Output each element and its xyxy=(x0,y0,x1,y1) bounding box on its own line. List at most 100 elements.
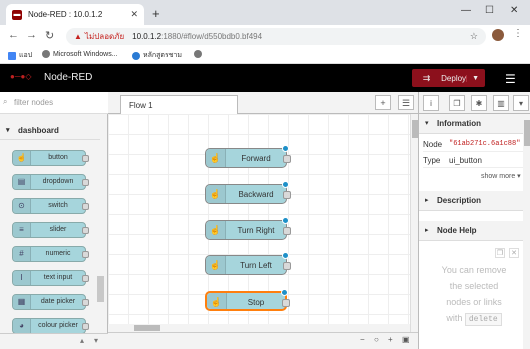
window-close-icon[interactable]: ✕ xyxy=(510,5,518,16)
flow-node-turn-right[interactable]: ☝ Turn Right xyxy=(205,217,291,240)
palette-node-slider[interactable]: ≡ slider xyxy=(12,222,89,238)
list-icon: ▤ xyxy=(13,175,31,189)
flow-node-turn-left[interactable]: ☝ Turn Left xyxy=(205,252,291,275)
output-port xyxy=(82,203,89,210)
changed-indicator xyxy=(282,217,289,224)
close-tip-icon[interactable]: ✕ xyxy=(509,248,519,258)
bookmark-apps[interactable]: แอป xyxy=(8,50,32,61)
output-port xyxy=(82,227,89,234)
scroll-thumb[interactable] xyxy=(134,325,160,331)
tab-debug[interactable]: ✱ xyxy=(471,95,487,111)
tab-dashboard[interactable]: ▥ xyxy=(493,95,509,111)
filter-nodes-input[interactable]: ⌕ filter nodes xyxy=(0,92,108,114)
deploy-icon: ⇉ xyxy=(422,72,431,83)
palette-node-label: dropdown xyxy=(42,178,74,185)
reload-icon[interactable]: ↻ xyxy=(45,29,54,42)
output-port[interactable] xyxy=(283,155,291,163)
add-flow-button[interactable]: + xyxy=(375,95,391,110)
zoom-in-icon[interactable]: + xyxy=(388,335,393,344)
category-label: dashboard xyxy=(18,126,59,135)
hand-pointer-icon: ☝ xyxy=(206,256,226,274)
browser-toolbar: ← → ↻ ▲ ไม่ปลอดภัย 10.0.1.2 :1880/#flow/… xyxy=(0,25,530,47)
output-port xyxy=(82,251,89,258)
nodered-favicon-icon: ▬ xyxy=(12,9,22,20)
bookmark-label: Microsoft Windows... xyxy=(53,50,118,58)
bookmark-label: หลักสูตรชาม xyxy=(143,52,183,59)
flow-node-forward[interactable]: ☝ Forward xyxy=(205,145,291,168)
bookmark-star-icon[interactable]: ☆ xyxy=(470,31,478,42)
workspace-footer: − ○ + ▣ xyxy=(108,332,418,349)
palette-node-colour-picker[interactable]: ◕ colour picker xyxy=(12,318,89,334)
flow-node-backward[interactable]: ☝ Backward xyxy=(205,181,291,204)
navigator-icon[interactable]: ▣ xyxy=(402,335,410,344)
forward-icon[interactable]: → xyxy=(26,29,37,41)
node-palette: ⌕ filter nodes ▾ dashboard ☝ button ▤ dr… xyxy=(0,92,108,349)
search-icon: ⌕ xyxy=(3,97,8,106)
node-help-section-header[interactable]: ▸ Node Help xyxy=(419,221,523,241)
flow-list-button[interactable]: ☰ xyxy=(398,95,414,110)
palette-scrollbar[interactable] xyxy=(97,276,104,302)
tab-info[interactable]: i xyxy=(423,95,439,111)
new-tab-button[interactable]: + xyxy=(152,6,160,21)
palette-node-dropdown[interactable]: ▤ dropdown xyxy=(12,174,89,190)
scroll-thumb[interactable] xyxy=(524,120,530,146)
flow-node-stop[interactable]: ☝ Stop xyxy=(205,289,290,311)
hand-pointer-icon: ☝ xyxy=(206,185,226,203)
numeric-icon: # xyxy=(13,247,31,261)
palette-category-dashboard[interactable]: ▾ dashboard xyxy=(0,122,100,140)
palette-footer: ▴ ▾ xyxy=(0,333,108,349)
browser-tab[interactable]: ▬ Node-RED : 10.0.1.2 ✕ xyxy=(6,4,144,25)
bookmark-microsoft[interactable]: Microsoft Windows... xyxy=(42,50,118,58)
workspace-tabbar: Flow 1 + ☰ xyxy=(108,92,418,114)
sidebar-scrollbar[interactable] xyxy=(523,114,530,349)
description-section-header[interactable]: ▸ Description xyxy=(419,191,523,211)
hand-pointer-icon: ☝ xyxy=(207,293,227,309)
deploy-button[interactable]: ⇉ Deploy ▼ xyxy=(412,69,485,87)
node-id-value[interactable]: "61ab271c.6a1c88" xyxy=(449,140,520,148)
output-port[interactable] xyxy=(283,262,291,270)
browser-menu-icon[interactable]: ⋮ xyxy=(513,28,523,39)
palette-node-button[interactable]: ☝ button xyxy=(12,150,89,166)
bookmarks-bar: แอป Microsoft Windows... หลักสูตรชาม xyxy=(0,47,530,64)
main-menu-icon[interactable]: ☰ xyxy=(505,72,516,86)
collapse-down-icon[interactable]: ▾ xyxy=(94,336,98,345)
collapse-up-icon[interactable]: ▴ xyxy=(80,336,84,345)
copy-icon[interactable]: ❐ xyxy=(495,248,505,258)
zoom-out-icon[interactable]: − xyxy=(360,335,365,344)
minimize-icon[interactable]: — xyxy=(461,5,471,16)
zoom-reset-icon[interactable]: ○ xyxy=(374,335,379,344)
tip-word: with xyxy=(446,313,463,323)
canvas-vertical-scrollbar[interactable] xyxy=(410,114,418,332)
close-tab-icon[interactable]: ✕ xyxy=(130,9,138,20)
info-key: Type xyxy=(423,156,441,165)
maximize-icon[interactable]: ☐ xyxy=(485,5,494,16)
show-more-link[interactable]: show more ▾ xyxy=(481,172,521,180)
palette-node-label: slider xyxy=(49,226,67,233)
flow-node-label: Turn Right xyxy=(237,226,275,235)
canvas-horizontal-scrollbar[interactable] xyxy=(108,324,410,332)
output-port[interactable] xyxy=(283,227,291,235)
output-port[interactable] xyxy=(283,191,291,199)
tab-flow-1[interactable]: Flow 1 xyxy=(120,95,238,114)
address-bar[interactable]: ▲ ไม่ปลอดภัย 10.0.1.2 :1880/#flow/d550bd… xyxy=(66,28,486,45)
tip-line: the selected xyxy=(449,281,499,291)
palette-node-numeric[interactable]: # numeric xyxy=(12,246,89,262)
tab-help[interactable]: ❐ xyxy=(449,95,465,111)
back-icon[interactable]: ← xyxy=(8,29,19,41)
sidebar-menu-button[interactable]: ▾ xyxy=(513,95,529,111)
bookmark-course[interactable]: หลักสูตรชาม xyxy=(132,50,182,61)
palette-node-label: button xyxy=(48,154,68,161)
palette-node-date-picker[interactable]: ▦ date picker xyxy=(12,294,89,310)
palette-node-switch[interactable]: ⊙ switch xyxy=(12,198,89,214)
bookmark-globe[interactable] xyxy=(194,50,205,58)
hand-pointer-icon: ☝ xyxy=(13,151,31,165)
output-port[interactable] xyxy=(282,299,290,307)
section-title: Description xyxy=(437,196,482,205)
palette-node-text-input[interactable]: I text input xyxy=(12,270,89,286)
info-icon: i xyxy=(430,99,432,108)
deploy-dropdown-icon[interactable]: ▼ xyxy=(466,74,479,82)
information-section-header[interactable]: ▾ Information xyxy=(419,114,523,134)
output-port xyxy=(82,155,89,162)
changed-indicator xyxy=(282,252,289,259)
profile-avatar[interactable] xyxy=(492,29,504,41)
